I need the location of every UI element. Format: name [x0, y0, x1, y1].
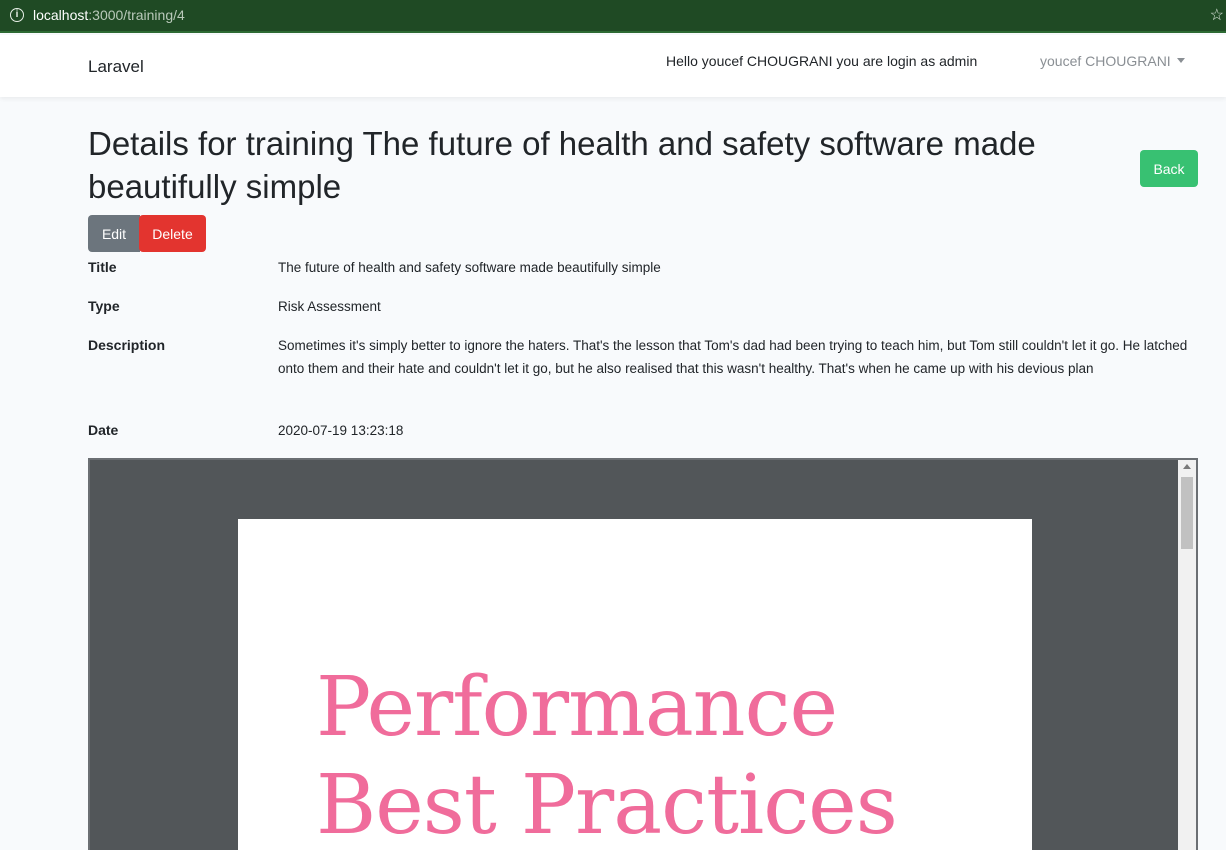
- browser-address-bar: i localhost:3000/training/4 ☆: [0, 0, 1226, 33]
- date-value: 2020-07-19 13:23:18: [278, 423, 404, 438]
- viewer-scrollbar[interactable]: [1178, 460, 1196, 850]
- url-path: :3000/training/4: [88, 7, 185, 23]
- description-label: Description: [88, 337, 166, 353]
- user-name: youcef CHOUGRANI: [1040, 53, 1171, 69]
- type-label: Type: [88, 298, 120, 314]
- info-icon[interactable]: i: [10, 8, 24, 22]
- url-host: localhost: [33, 7, 89, 23]
- delete-button[interactable]: Delete: [139, 215, 206, 252]
- page-title: Details for training The future of healt…: [88, 125, 1036, 205]
- type-value: Risk Assessment: [278, 299, 381, 314]
- scroll-up-arrow-icon[interactable]: [1183, 464, 1191, 469]
- brand-link[interactable]: Laravel: [88, 57, 144, 77]
- pdf-heading: Performance Best Practices: [316, 660, 898, 850]
- date-label: Date: [88, 422, 119, 438]
- pdf-viewer[interactable]: Performance Best Practices: [88, 458, 1198, 850]
- navbar: Laravel Hello youcef CHOUGRANI you are l…: [0, 35, 1226, 97]
- scroll-thumb[interactable]: [1181, 477, 1193, 549]
- title-value: The future of health and safety software…: [278, 260, 661, 275]
- pdf-page: Performance Best Practices: [238, 519, 1032, 850]
- caret-down-icon: [1176, 58, 1185, 63]
- title-label: Title: [88, 259, 117, 275]
- url-field[interactable]: localhost:3000/training/4: [33, 7, 185, 23]
- star-icon[interactable]: ☆: [1210, 5, 1224, 25]
- back-button[interactable]: Back: [1140, 150, 1198, 187]
- edit-button[interactable]: Edit: [88, 215, 140, 252]
- description-value: Sometimes it's simply better to ignore t…: [278, 338, 1188, 376]
- greeting-text: Hello youcef CHOUGRANI you are login as …: [666, 53, 978, 69]
- user-dropdown[interactable]: youcef CHOUGRANI: [1040, 53, 1185, 69]
